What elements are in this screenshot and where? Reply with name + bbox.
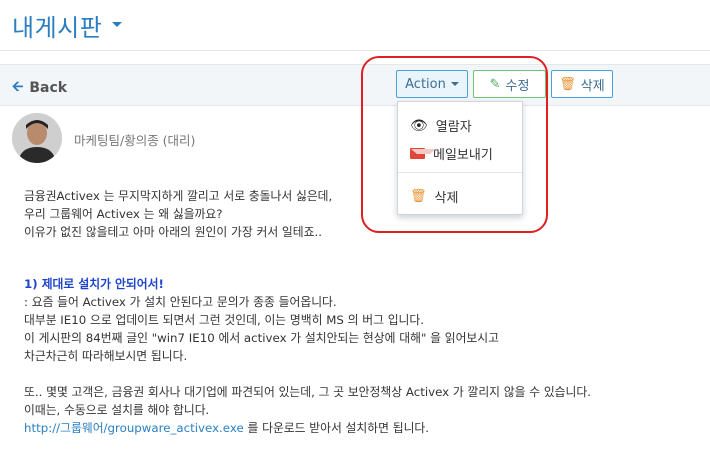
body-line: 우리 그룹웨어 Activex 는 왜 싫을까요? [24, 207, 223, 221]
download-link[interactable]: http://그룹웨어/groupware_activex.exe [24, 421, 244, 435]
back-label: Back [29, 80, 68, 96]
title-bar: 내게시판 [0, 0, 710, 51]
body-line: 대부분 IE10 으로 업데이트 되면서 그런 것인데, 이는 명백히 MS 의… [24, 313, 424, 327]
body-line: 이때는, 수동으로 설치를 해야 합니다. [24, 403, 210, 417]
edit-label: 수정 [505, 78, 530, 94]
mail-icon [410, 148, 436, 159]
menu-divider [398, 172, 522, 173]
action-button[interactable]: Action [396, 70, 468, 98]
menu-item-readers[interactable]: 👁 열람자 [410, 116, 472, 136]
edit-icon: ✎ [489, 76, 501, 92]
menu-item-label: 열람자 [435, 120, 472, 135]
section-title: 1) 제대로 설치가 안되어서! [24, 277, 164, 291]
body-line-with-link: http://그룹웨어/groupware_activex.exe 를 다운로드… [24, 419, 684, 437]
body-line: : 요즘 들어 Activex 가 설치 안된다고 문의가 종종 들어옵니다. [24, 295, 337, 309]
arrow-left-icon: 🡨 [12, 79, 24, 95]
menu-item-label: 메일보내기 [433, 148, 493, 163]
link-suffix: 를 다운로드 받아서 설치하면 됩니다. [243, 421, 430, 435]
body-line: 또.. 몇몇 고객은, 금융권 회사나 대기업에 파견되어 있는데, 그 곳 보… [24, 385, 591, 399]
trash-icon: 🗑 [559, 76, 576, 92]
eye-icon: 👁 [410, 117, 428, 134]
body-line: 차근차근히 따라해보시면 됩니다. [24, 349, 188, 363]
menu-item-delete[interactable]: 🗑 삭제 [410, 187, 458, 206]
body-line: 금융권Activex 는 무지막지하게 깔리고 서로 충돌나서 싫은데, [24, 189, 333, 203]
caret-down-icon [450, 82, 459, 86]
delete-label: 삭제 [580, 78, 605, 94]
trash-icon: 🗑 [410, 189, 427, 204]
action-dropdown-menu: 👁 열람자 메일보내기 🗑 삭제 [397, 101, 523, 215]
body-line: 이 게시판의 84번째 글인 "win7 IE10 에서 activex 가 설… [24, 331, 499, 345]
chevron-down-icon[interactable] [112, 22, 122, 27]
body-line: 이유가 없진 않을테고 아마 아래의 원인이 가장 커서 일테죠.. [24, 225, 322, 239]
back-button[interactable]: 🡨 Back [12, 79, 67, 97]
action-label: Action [405, 76, 446, 92]
page-title[interactable]: 내게시판 [12, 8, 102, 43]
menu-item-send-mail[interactable]: 메일보내기 [410, 144, 493, 163]
avatar [12, 113, 62, 163]
post-body: 금융권Activex 는 무지막지하게 깔리고 서로 충돌나서 싫은데, 우리 … [24, 187, 684, 437]
delete-button[interactable]: 🗑 삭제 [551, 70, 613, 98]
toolbar: 🡨 Back Action ✎ 수정 🗑 삭제 [0, 64, 710, 106]
author-name: 마케팅팀/황의종 (대리) [74, 133, 196, 148]
menu-item-label: 삭제 [434, 191, 459, 206]
edit-button[interactable]: ✎ 수정 [473, 70, 546, 98]
